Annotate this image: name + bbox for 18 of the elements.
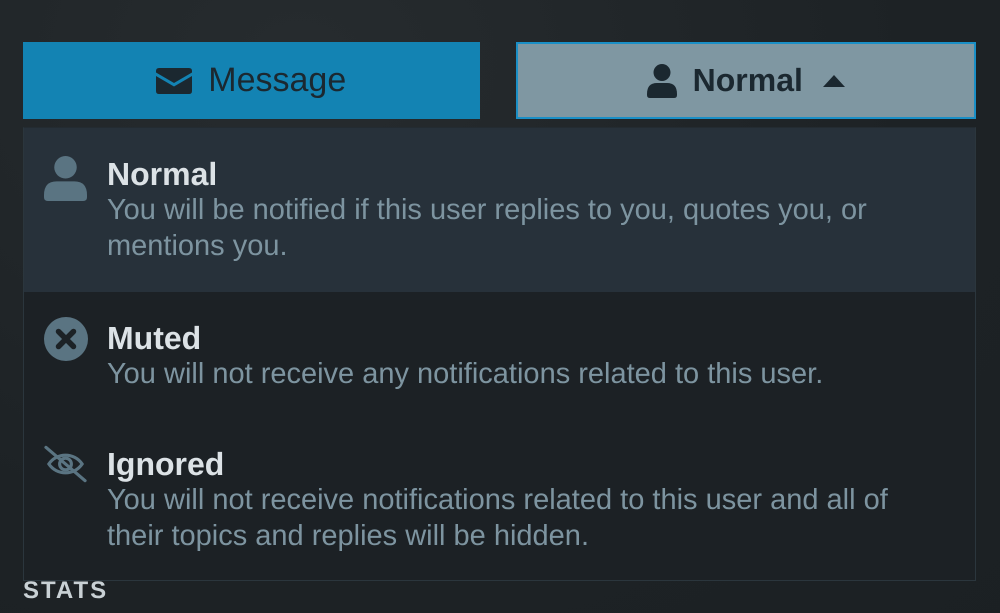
menu-item[interactable]: Normal You will be notified if this user replies to you, quotes you, or mentions you. — [24, 128, 975, 292]
eye-slash-icon — [43, 445, 88, 483]
message-button[interactable]: Message — [23, 42, 480, 119]
caret-icon — [822, 74, 845, 86]
menu-item[interactable]: Ignored You will not receive notifications related to this user and all of their topics and replies will be hidden. — [24, 418, 975, 580]
option-title: Ignored — [107, 446, 224, 482]
x-circle-icon — [44, 317, 88, 361]
menu-item[interactable]: Muted You will not receive any notifications related to this user. — [24, 292, 975, 418]
option-description: You will not receive notifications related to this user and all of their topics and replies will be hidden. — [107, 483, 889, 554]
option-title: Normal — [107, 156, 218, 192]
user-icon — [646, 64, 677, 98]
option-title: Muted — [107, 320, 202, 356]
section-heading: STATS — [23, 581, 108, 601]
notification-level-dropdown[interactable]: Normal — [516, 42, 976, 119]
user-icon — [44, 156, 87, 201]
option-description: You will not receive any notifications related to this user. — [107, 357, 824, 392]
envelope-icon — [156, 68, 192, 94]
option-description: You will be notified if this user replies to you, quotes you, or mentions you. — [107, 193, 868, 264]
